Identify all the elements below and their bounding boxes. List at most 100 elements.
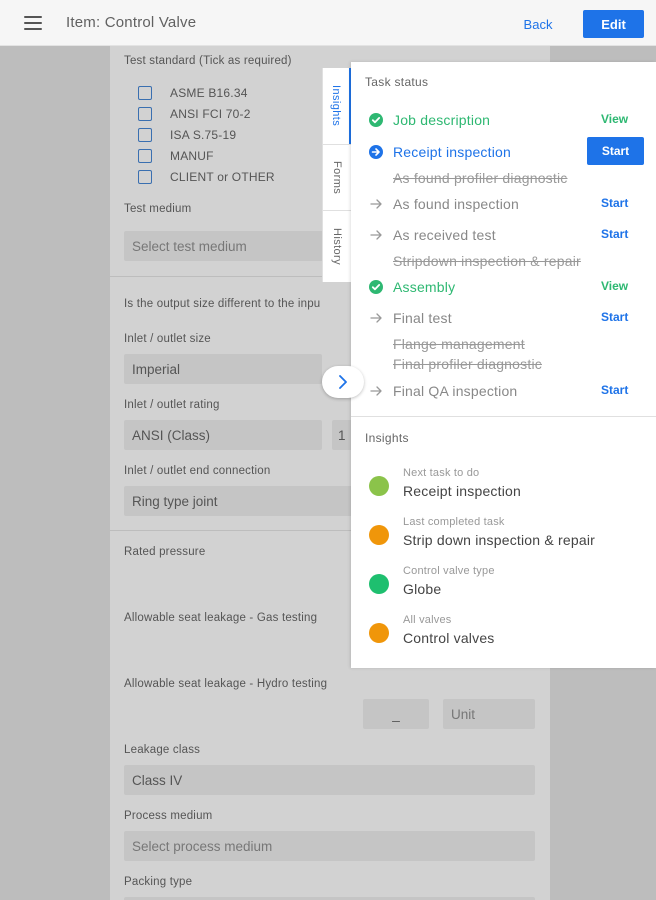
checkbox-label: ASME B16.34	[170, 86, 248, 100]
insights-panel: Task status Job description View Receipt i…	[351, 62, 656, 668]
insight-label: Control valve type	[403, 565, 495, 577]
test-medium-select[interactable]: Select test medium	[124, 231, 324, 261]
start-task-link[interactable]: Start	[601, 383, 628, 397]
task-name: Job description	[393, 112, 491, 128]
arrow-right-icon	[369, 384, 383, 398]
task-row: As found profiler diagnostic	[351, 168, 656, 188]
insight-value: Globe	[403, 581, 442, 597]
chevron-right-icon	[339, 375, 347, 389]
checkbox-label: ANSI FCI 70-2	[170, 107, 251, 121]
status-dot-icon	[369, 476, 389, 496]
task-name: As received test	[393, 227, 496, 243]
task-name: As found inspection	[393, 196, 519, 212]
checkbox[interactable]	[138, 128, 152, 142]
task-row: Final QA inspection Start	[351, 381, 656, 401]
insight-item: All valves Control valves	[351, 614, 656, 654]
standard-checkbox-row[interactable]: MANUF	[138, 148, 214, 164]
seat-leakage-gas-label: Allowable seat leakage - Gas testing	[124, 612, 318, 624]
top-app-bar: Item: Control Valve Back Edit	[0, 0, 656, 46]
start-task-link[interactable]: Start	[601, 196, 628, 210]
checkbox-label: CLIENT or OTHER	[170, 170, 275, 184]
end-connection-label: Inlet / outlet end connection	[124, 465, 271, 477]
task-row: Assembly View	[351, 277, 656, 297]
tab-insights[interactable]: Insights	[322, 68, 351, 144]
task-name: Receipt inspection	[393, 144, 511, 160]
leakage-class-label: Leakage class	[124, 744, 201, 756]
checkbox[interactable]	[138, 149, 152, 163]
arrow-circle-right-icon	[369, 145, 383, 159]
end-connection-select[interactable]: Ring type joint	[124, 486, 352, 516]
hydro-unit-select[interactable]: Unit	[443, 699, 535, 729]
arrow-right-icon	[369, 197, 383, 211]
process-medium-select[interactable]: Select process medium	[124, 831, 535, 861]
edit-button[interactable]: Edit	[583, 10, 644, 38]
task-row: As found inspection Start	[351, 194, 656, 214]
checkbox[interactable]	[138, 86, 152, 100]
tab-label: Insights	[330, 85, 342, 127]
arrow-right-icon	[369, 228, 383, 242]
task-name: Assembly	[393, 279, 456, 295]
view-task-link[interactable]: View	[601, 112, 628, 126]
task-row: Final test Start	[351, 308, 656, 328]
task-name: Final QA inspection	[393, 383, 518, 399]
standard-checkbox-row[interactable]: CLIENT or OTHER	[138, 169, 275, 185]
task-row: Stripdown inspection & repair	[351, 251, 656, 271]
inlet-size-label: Inlet / outlet size	[124, 333, 211, 345]
test-medium-label: Test medium	[124, 203, 192, 215]
tab-history[interactable]: History	[322, 210, 351, 282]
tab-label: Forms	[331, 160, 343, 195]
task-name: As found profiler diagnostic	[393, 170, 568, 186]
checkbox-label: ISA S.75-19	[170, 128, 237, 142]
output-size-question: Is the output size different to the inpu	[124, 298, 321, 310]
back-button[interactable]: Back	[510, 10, 566, 38]
start-task-button[interactable]: Start	[587, 137, 644, 165]
leakage-class-select[interactable]: Class IV	[124, 765, 535, 795]
insight-item: Next task to do Receipt inspection	[351, 467, 656, 507]
inlet-size-select[interactable]: Imperial	[124, 354, 322, 384]
insight-label: Next task to do	[403, 467, 480, 479]
status-dot-icon	[369, 525, 389, 545]
task-name: Final test	[393, 310, 452, 326]
divider	[351, 416, 656, 417]
seat-leakage-hydro-label: Allowable seat leakage - Hydro testing	[124, 678, 328, 690]
standard-checkbox-row[interactable]: ANSI FCI 70-2	[138, 106, 251, 122]
checkbox[interactable]	[138, 170, 152, 184]
insight-value: Strip down inspection & repair	[403, 532, 595, 548]
tab-label: History	[331, 227, 343, 266]
standard-checkbox-row[interactable]: ISA S.75-19	[138, 127, 236, 143]
menu-icon[interactable]	[24, 16, 42, 30]
view-task-link[interactable]: View	[601, 279, 628, 293]
test-standard-label: Test standard (Tick as required)	[124, 55, 292, 67]
task-status-heading: Task status	[365, 75, 429, 89]
checkbox[interactable]	[138, 107, 152, 121]
check-circle-icon	[369, 280, 383, 294]
insight-item: Last completed task Strip down inspection…	[351, 516, 656, 556]
standard-checkbox-row[interactable]: ASME B16.34	[138, 85, 248, 101]
insight-label: All valves	[403, 614, 452, 626]
insight-item: Control valve type Globe	[351, 565, 656, 605]
inlet-rating-select[interactable]: ANSI (Class)	[124, 420, 322, 450]
start-task-link[interactable]: Start	[601, 227, 628, 241]
status-dot-icon	[369, 574, 389, 594]
arrow-right-icon	[369, 311, 383, 325]
insights-heading: Insights	[365, 431, 409, 445]
tab-forms[interactable]: Forms	[322, 144, 351, 210]
inlet-rating-value-field[interactable]: 1	[332, 420, 352, 450]
hydro-value-field[interactable]: _	[363, 699, 429, 729]
check-circle-icon	[369, 113, 383, 127]
start-task-link[interactable]: Start	[601, 310, 628, 324]
status-dot-icon	[369, 623, 389, 643]
task-row: Job description View	[351, 110, 656, 130]
collapse-panel-button[interactable]	[322, 366, 364, 398]
insight-value: Control valves	[403, 630, 495, 646]
insight-value: Receipt inspection	[403, 483, 521, 499]
task-row: Final profiler diagnostic	[351, 354, 656, 374]
insight-label: Last completed task	[403, 516, 505, 528]
checkbox-label: MANUF	[170, 149, 214, 163]
packing-type-label: Packing type	[124, 876, 193, 888]
task-name: Flange management	[393, 336, 525, 352]
task-name: Final profiler diagnostic	[393, 356, 542, 372]
task-row: Flange management	[351, 334, 656, 354]
inlet-rating-label: Inlet / outlet rating	[124, 399, 220, 411]
task-row: Receipt inspection Start	[351, 137, 656, 165]
